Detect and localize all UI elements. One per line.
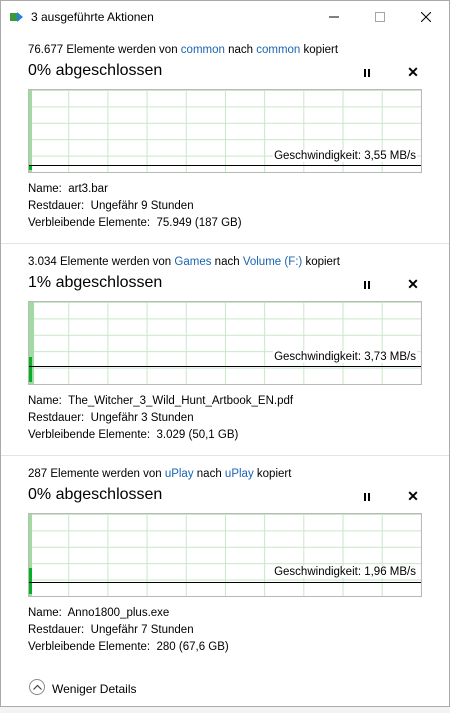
- close-icon: ✕: [407, 488, 419, 504]
- footer: Weniger Details: [1, 668, 449, 708]
- remaining-items-label: Verbleibende Elemente:: [28, 641, 151, 653]
- cancel-operation-button[interactable]: ✕: [405, 488, 421, 504]
- remaining-items: 75.949 (187 GB): [156, 217, 242, 229]
- file-name: art3.bar: [68, 183, 108, 195]
- close-icon: [421, 12, 431, 22]
- remaining-items-label: Verbleibende Elemente:: [28, 217, 151, 229]
- source-link[interactable]: Games: [174, 256, 211, 268]
- speed-chart: Geschwindigkeit: 3,55 MB/s: [28, 89, 422, 173]
- operation-description: 287 Elemente werden von uPlay nach uPlay…: [28, 468, 291, 480]
- name-label: Name:: [28, 395, 62, 407]
- cancel-operation-button[interactable]: ✕: [405, 64, 421, 80]
- speed-chart: Geschwindigkeit: 1,96 MB/s: [28, 513, 422, 597]
- pause-button[interactable]: [359, 490, 375, 504]
- details: Name: The_Witcher_3_Wild_Hunt_Artbook_EN…: [28, 393, 293, 444]
- pause-icon: [364, 281, 366, 289]
- background-window: [0, 707, 450, 713]
- pause-button[interactable]: [359, 278, 375, 292]
- remaining-items: 280 (67,6 GB): [156, 641, 229, 653]
- speed-bar: [29, 357, 32, 382]
- remaining-time-label: Restdauer:: [28, 200, 85, 212]
- remaining-time-label: Restdauer:: [28, 624, 85, 636]
- speed-label: Geschwindigkeit: 1,96 MB/s: [273, 566, 417, 578]
- target-link[interactable]: common: [256, 44, 300, 56]
- percent-complete: 1% abgeschlossen: [28, 274, 163, 291]
- close-window-button[interactable]: [403, 1, 449, 33]
- pause-icon: [364, 69, 366, 77]
- progress-fill: [29, 90, 32, 172]
- remaining-time: Ungefähr 9 Stunden: [90, 200, 194, 212]
- speed-bar: [29, 166, 32, 170]
- current-speed-line: [29, 165, 421, 166]
- description-text: 76.677 Elemente werden von: [28, 44, 181, 56]
- remaining-time: Ungefähr 3 Stunden: [90, 412, 194, 424]
- target-link[interactable]: uPlay: [225, 468, 254, 480]
- speed-label: Geschwindigkeit: 3,73 MB/s: [273, 351, 417, 363]
- name-label: Name:: [28, 607, 62, 619]
- speed-chart: Geschwindigkeit: 3,73 MB/s: [28, 301, 422, 385]
- copy-operation: 3.034 Elemente werden von Games nach Vol…: [1, 256, 449, 446]
- current-speed-line: [29, 582, 421, 583]
- speed-bar: [29, 568, 32, 594]
- description-text: 287 Elemente werden von: [28, 468, 165, 480]
- file-copy-icon: [10, 12, 23, 22]
- minimize-button[interactable]: [311, 1, 357, 33]
- pause-button[interactable]: [359, 66, 375, 80]
- description-text: nach: [224, 44, 257, 56]
- divider: [1, 455, 449, 456]
- chevron-up-icon: [32, 684, 42, 690]
- speed-label: Geschwindigkeit: 3,55 MB/s: [273, 150, 417, 162]
- copy-operation: 76.677 Elemente werden von common nach c…: [1, 44, 449, 234]
- details: Name: art3.bar Restdauer: Ungefähr 9 Stu…: [28, 181, 242, 232]
- less-details-label[interactable]: Weniger Details: [52, 682, 136, 696]
- description-text: nach: [211, 256, 243, 268]
- description-text: kopiert: [300, 44, 339, 56]
- details: Name: Anno1800_plus.exe Restdauer: Ungef…: [28, 605, 229, 656]
- target-link[interactable]: Volume (F:): [243, 256, 302, 268]
- remaining-items: 3.029 (50,1 GB): [156, 429, 239, 441]
- source-link[interactable]: common: [181, 44, 225, 56]
- file-name: The_Witcher_3_Wild_Hunt_Artbook_EN.pdf: [68, 395, 294, 407]
- percent-complete: 0% abgeschlossen: [28, 62, 163, 79]
- close-icon: ✕: [407, 276, 419, 292]
- maximize-icon: [375, 12, 385, 22]
- title-bar: 3 ausgeführte Aktionen: [1, 1, 449, 33]
- copy-progress-window: 3 ausgeführte Aktionen 76.677 Elemente w…: [0, 0, 450, 707]
- name-label: Name:: [28, 183, 62, 195]
- current-speed-line: [29, 366, 421, 367]
- operation-description: 3.034 Elemente werden von Games nach Vol…: [28, 256, 340, 268]
- remaining-items-label: Verbleibende Elemente:: [28, 429, 151, 441]
- cancel-operation-button[interactable]: ✕: [405, 276, 421, 292]
- divider: [1, 243, 449, 244]
- percent-complete: 0% abgeschlossen: [28, 486, 163, 503]
- description-text: kopiert: [253, 468, 292, 480]
- maximize-button[interactable]: [357, 1, 403, 33]
- description-text: kopiert: [302, 256, 340, 268]
- operation-description: 76.677 Elemente werden von common nach c…: [28, 44, 338, 56]
- remaining-time-label: Restdauer:: [28, 412, 85, 424]
- pause-icon: [364, 493, 366, 501]
- description-text: nach: [193, 468, 225, 480]
- minimize-icon: [329, 16, 339, 18]
- source-link[interactable]: uPlay: [165, 468, 194, 480]
- window-title: 3 ausgeführte Aktionen: [31, 10, 154, 24]
- close-icon: ✕: [407, 64, 419, 80]
- description-text: 3.034 Elemente werden von: [28, 256, 175, 268]
- copy-operation: 287 Elemente werden von uPlay nach uPlay…: [1, 468, 449, 658]
- file-name: Anno1800_plus.exe: [67, 607, 170, 619]
- remaining-time: Ungefähr 7 Stunden: [90, 624, 194, 636]
- less-details-button[interactable]: [29, 679, 45, 695]
